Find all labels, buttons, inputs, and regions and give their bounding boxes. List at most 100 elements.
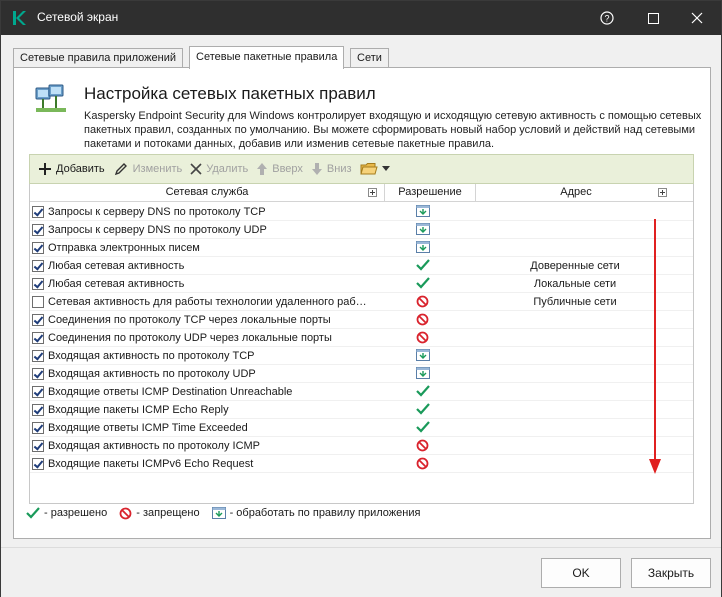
chevron-down-icon [381, 166, 390, 171]
close-icon [691, 12, 703, 24]
rule-permission-cell [416, 313, 430, 327]
rule-enabled-checkbox[interactable] [32, 206, 44, 218]
rule-enabled-checkbox[interactable] [32, 278, 44, 290]
rule-enabled-checkbox[interactable] [32, 314, 44, 326]
deny-icon [416, 313, 429, 326]
app-rule-icon [416, 241, 430, 253]
kaspersky-logo-icon [13, 11, 26, 25]
help-button[interactable]: ? [587, 1, 627, 35]
legend-app-rule: - обработать по правилу приложения [211, 507, 425, 519]
rule-enabled-checkbox[interactable] [32, 404, 44, 416]
rules-toolbar: Добавить Изменить Удалить Вверх Вниз [29, 154, 694, 184]
rule-enabled-checkbox[interactable] [32, 296, 44, 308]
tab-packet-rules[interactable]: Сетевые пакетные правила [189, 46, 345, 69]
close-window-button[interactable] [677, 1, 717, 35]
arrow-up-icon [257, 163, 268, 175]
firewall-window: Сетевой экран ? Сетевые правила приложен… [0, 0, 722, 597]
move-up-button-label: Вверх [272, 163, 303, 175]
app-rule-icon [416, 223, 430, 235]
delete-icon [190, 163, 202, 175]
table-body: Запросы к серверу DNS по протоколу TCP За… [30, 203, 693, 473]
table-row[interactable]: Входящая активность по протоколу ICMP [30, 437, 693, 455]
rule-service-cell: Входящие ответы ICMP Time Exceeded [48, 422, 248, 434]
page-title: Настройка сетевых пакетных правил [84, 84, 376, 103]
column-header-address[interactable]: Адрес [476, 186, 676, 198]
rule-permission-cell [416, 205, 430, 219]
table-row[interactable]: Запросы к серверу DNS по протоколу UDP [30, 221, 693, 239]
pencil-icon [114, 163, 127, 176]
add-button-label: Добавить [56, 163, 105, 175]
ok-button[interactable]: OK [541, 558, 621, 588]
rule-service-cell: Соединения по протоколу TCP через локаль… [48, 314, 331, 326]
table-row[interactable]: Любая сетевая активность Локальные сети [30, 275, 693, 293]
app-rule-icon [416, 205, 430, 217]
tab-networks[interactable]: Сети [350, 48, 389, 68]
rule-enabled-checkbox[interactable] [32, 458, 44, 470]
rule-permission-cell [416, 295, 430, 309]
rule-address-cell: Доверенные сети [530, 260, 620, 272]
tab-app-network-rules[interactable]: Сетевые правила приложений [13, 48, 184, 68]
expand-columns-icon[interactable] [368, 188, 377, 197]
table-row[interactable]: Входящие ответы ICMP Time Exceeded [30, 419, 693, 437]
rule-permission-cell [416, 241, 430, 255]
table-row[interactable]: Соединения по протоколу TCP через локаль… [30, 311, 693, 329]
rule-service-cell: Входящая активность по протоколу ICMP [48, 440, 261, 452]
delete-button[interactable]: Удалить [190, 158, 248, 180]
table-row[interactable]: Входящая активность по протоколу TCP [30, 347, 693, 365]
page-description: Kaspersky Endpoint Security для Windows … [84, 110, 702, 150]
rule-permission-cell [416, 331, 430, 345]
legend-denied-text: - запрещено [136, 507, 200, 519]
rule-enabled-checkbox[interactable] [32, 386, 44, 398]
rule-permission-cell [416, 349, 430, 363]
packet-rules-table: Сетевая служба Разрешение Адрес Запросы … [29, 184, 694, 504]
rule-service-cell: Входящая активность по протоколу TCP [48, 350, 255, 362]
rule-permission-cell [416, 421, 430, 435]
rule-service-cell: Входящая активность по протоколу UDP [48, 368, 256, 380]
table-row[interactable]: Входящие пакеты ICMP Echo Reply [30, 401, 693, 419]
expand-columns-icon[interactable] [658, 188, 667, 197]
deny-icon [416, 439, 429, 452]
rule-service-cell: Входящие пакеты ICMPv6 Echo Request [48, 458, 254, 470]
rule-permission-cell [416, 259, 430, 273]
allow-check-icon [416, 403, 430, 415]
table-row[interactable]: Соединения по протоколу UDP через локаль… [30, 329, 693, 347]
folder-menu-button[interactable] [359, 158, 394, 180]
table-row[interactable]: Сетевая активность для работы технологии… [30, 293, 693, 311]
edit-button[interactable]: Изменить [113, 158, 182, 180]
rule-enabled-checkbox[interactable] [32, 422, 44, 434]
legend-allowed: - разрешено [26, 507, 111, 519]
table-row[interactable]: Отправка электронных писем [30, 239, 693, 257]
maximize-icon [647, 12, 659, 24]
rule-service-cell: Запросы к серверу DNS по протоколу TCP [48, 206, 266, 218]
close-button[interactable]: Закрыть [631, 558, 711, 588]
rule-enabled-checkbox[interactable] [32, 368, 44, 380]
column-header-service[interactable]: Сетевая служба [30, 186, 384, 198]
rule-address-cell: Публичные сети [533, 296, 617, 308]
rule-enabled-checkbox[interactable] [32, 350, 44, 362]
move-up-button[interactable]: Вверх [256, 158, 303, 180]
help-icon: ? [600, 11, 614, 25]
rule-permission-cell [416, 223, 430, 237]
dialog-footer: OK Закрыть [1, 547, 721, 597]
app-rule-icon [416, 367, 430, 379]
deny-icon [119, 507, 132, 519]
rule-enabled-checkbox[interactable] [32, 224, 44, 236]
table-row[interactable]: Запросы к серверу DNS по протоколу TCP [30, 203, 693, 221]
move-down-button[interactable]: Вниз [311, 158, 352, 180]
maximize-button[interactable] [633, 1, 673, 35]
network-computers-icon [35, 84, 66, 112]
rule-enabled-checkbox[interactable] [32, 440, 44, 452]
rule-service-cell: Входящие пакеты ICMP Echo Reply [48, 404, 229, 416]
rule-enabled-checkbox[interactable] [32, 260, 44, 272]
table-row[interactable]: Входящие пакеты ICMPv6 Echo Request [30, 455, 693, 473]
rule-enabled-checkbox[interactable] [32, 242, 44, 254]
table-row[interactable]: Любая сетевая активность Доверенные сети [30, 257, 693, 275]
column-header-permission[interactable]: Разрешение [385, 186, 475, 198]
table-row[interactable]: Входящая активность по протоколу UDP [30, 365, 693, 383]
rule-enabled-checkbox[interactable] [32, 332, 44, 344]
table-row[interactable]: Входящие ответы ICMP Destination Unreach… [30, 383, 693, 401]
add-button[interactable]: Добавить [38, 158, 105, 180]
legend-denied: - запрещено [119, 507, 203, 520]
deny-icon [416, 331, 429, 344]
allow-check-icon [416, 421, 430, 433]
